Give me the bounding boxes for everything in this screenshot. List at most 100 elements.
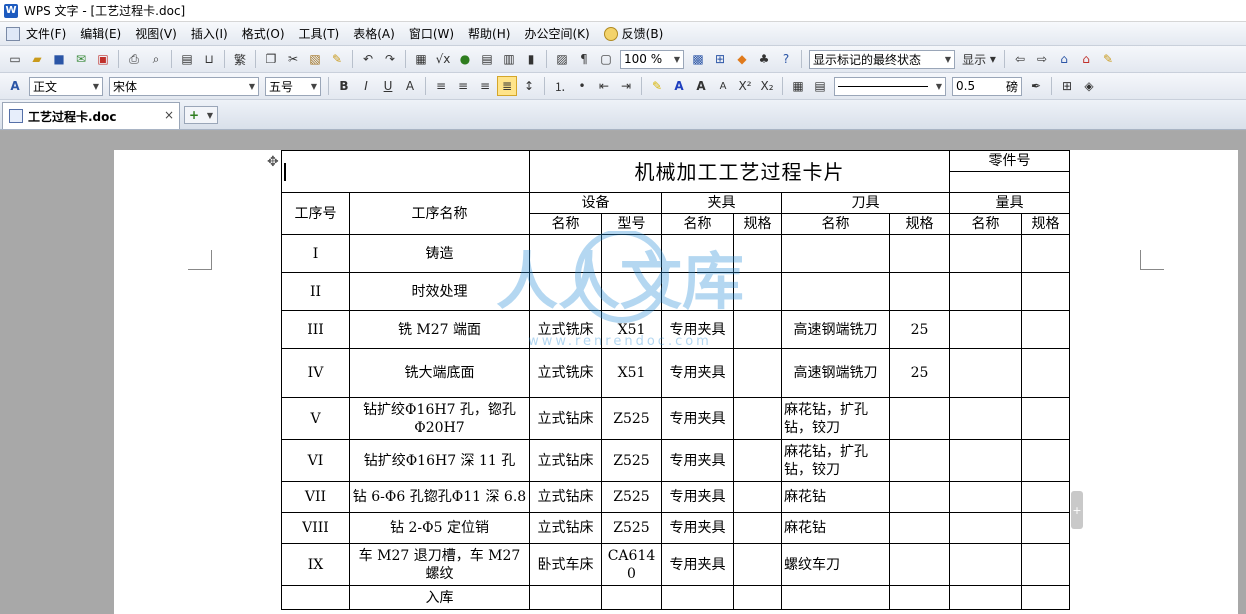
bullets-icon[interactable]: •: [572, 76, 592, 96]
border-color-icon[interactable]: ✒: [1026, 76, 1046, 96]
prev-change-icon[interactable]: ⇦: [1010, 49, 1030, 69]
name-cell[interactable]: 铣 M27 端面: [349, 310, 530, 349]
align-right-icon[interactable]: ≡: [475, 76, 495, 96]
fx-spec-cell[interactable]: [733, 272, 782, 311]
traditional-chinese-icon[interactable]: 繁: [230, 49, 250, 69]
draw-table-icon[interactable]: ▦: [788, 76, 808, 96]
line-style-select[interactable]: ▼: [834, 76, 946, 96]
gauge-name-cell[interactable]: [949, 272, 1022, 311]
seq-cell[interactable]: III: [281, 310, 350, 349]
menu-view[interactable]: 视图(V): [135, 25, 177, 42]
line-width-select[interactable]: 0.5 磅: [952, 76, 1022, 96]
seq-cell[interactable]: [281, 585, 350, 610]
gauge-name-cell[interactable]: [949, 439, 1022, 482]
gauge-spec-cell[interactable]: [1021, 272, 1070, 311]
fx-name-cell[interactable]: 专用夹具: [661, 310, 734, 349]
tool-name-cell[interactable]: 麻花钻: [781, 512, 890, 544]
gauge-spec-cell[interactable]: [1021, 397, 1070, 440]
eq-model-cell[interactable]: [601, 272, 662, 311]
chart-icon[interactable]: ▮: [521, 49, 541, 69]
name-cell[interactable]: 时效处理: [349, 272, 530, 311]
styles-icon[interactable]: A: [5, 76, 25, 96]
zoom-page-icon[interactable]: ▢: [596, 49, 616, 69]
page-setup-icon[interactable]: ▤: [177, 49, 197, 69]
eq-model-cell[interactable]: CA6140: [601, 543, 662, 586]
tool-name-cell[interactable]: 麻花钻，扩孔钻，铰刀: [781, 439, 890, 482]
print-preview-icon[interactable]: ⌕: [146, 49, 166, 69]
fx-spec-cell[interactable]: [733, 543, 782, 586]
eq-name-cell[interactable]: [529, 234, 602, 273]
menu-insert[interactable]: 插入(I): [191, 25, 228, 42]
subscript-icon[interactable]: X₂: [757, 76, 777, 96]
gauge-name-cell[interactable]: [949, 585, 1022, 610]
process-card-table[interactable]: 机械加工工艺过程卡片 零件号 工序号 工序名称 设备 夹具 刀具 量具 名称 型…: [281, 150, 1070, 610]
numbering-icon[interactable]: ⒈: [550, 76, 570, 96]
format-painter-icon[interactable]: ✎: [327, 49, 347, 69]
seq-cell[interactable]: VIII: [281, 512, 350, 544]
cut-icon[interactable]: ✂: [283, 49, 303, 69]
eq-name-cell[interactable]: 立式钻床: [529, 439, 602, 482]
fx-name-cell[interactable]: 专用夹具: [661, 397, 734, 440]
tool-spec-cell[interactable]: 25: [889, 348, 950, 398]
gauge-spec-cell[interactable]: [1021, 439, 1070, 482]
fx-spec-cell[interactable]: [733, 348, 782, 398]
style-select[interactable]: 正文 ▼: [29, 76, 103, 96]
tool-spec-cell[interactable]: [889, 439, 950, 482]
zoom-select[interactable]: 100 % ▼: [620, 49, 684, 69]
shrink-font-icon[interactable]: A: [713, 76, 733, 96]
eq-name-cell[interactable]: 立式铣床: [529, 310, 602, 349]
web-icon[interactable]: ●: [455, 49, 475, 69]
tool-name-cell[interactable]: [781, 234, 890, 273]
eq-model-cell[interactable]: X51: [601, 310, 662, 349]
eq-model-cell[interactable]: X51: [601, 348, 662, 398]
font-select[interactable]: 宋体 ▼: [109, 76, 259, 96]
fx-name-cell[interactable]: 专用夹具: [661, 543, 734, 586]
superscript-icon[interactable]: X²: [735, 76, 755, 96]
fx-name-cell[interactable]: 专用夹具: [661, 512, 734, 544]
table-move-handle-icon[interactable]: ✥: [267, 154, 279, 170]
help-icon[interactable]: ?: [776, 49, 796, 69]
tab-document[interactable]: 工艺过程卡.doc ×: [2, 102, 180, 129]
menu-window[interactable]: 窗口(W): [409, 25, 454, 42]
fx-name-cell[interactable]: [661, 234, 734, 273]
fx-spec-cell[interactable]: [733, 234, 782, 273]
gauge-name-cell[interactable]: [949, 234, 1022, 273]
eq-name-cell[interactable]: 立式钻床: [529, 481, 602, 513]
send-mail-icon[interactable]: ✉: [71, 49, 91, 69]
fx-spec-cell[interactable]: [733, 397, 782, 440]
name-cell[interactable]: 车 M27 退刀槽，车 M27 螺纹: [349, 543, 530, 586]
eq-name-cell[interactable]: 卧式车床: [529, 543, 602, 586]
italic-icon[interactable]: I: [356, 76, 376, 96]
insert-table-icon[interactable]: ▦: [411, 49, 431, 69]
menu-help[interactable]: 帮助(H): [468, 25, 510, 42]
gauge-name-cell[interactable]: [949, 348, 1022, 398]
close-icon[interactable]: ×: [164, 108, 174, 122]
fx-spec-cell[interactable]: [733, 310, 782, 349]
borders-icon[interactable]: ⊞: [1057, 76, 1077, 96]
font-color-a-icon[interactable]: A: [400, 76, 420, 96]
fx-spec-cell[interactable]: [733, 439, 782, 482]
comment-icon[interactable]: ✎: [1098, 49, 1118, 69]
save-icon[interactable]: ■: [49, 49, 69, 69]
gauge-name-cell[interactable]: [949, 481, 1022, 513]
tool-spec-cell[interactable]: [889, 512, 950, 544]
align-center-icon[interactable]: ≡: [453, 76, 473, 96]
menu-file[interactable]: 文件(F): [26, 25, 66, 42]
eq-name-cell[interactable]: 立式钻床: [529, 397, 602, 440]
menu-tools[interactable]: 工具(T): [299, 25, 340, 42]
seq-cell[interactable]: IV: [281, 348, 350, 398]
menu-format[interactable]: 格式(O): [242, 25, 285, 42]
name-cell[interactable]: 入库: [349, 585, 530, 610]
shading-icon[interactable]: ◈: [1079, 76, 1099, 96]
columns-icon[interactable]: ▥: [499, 49, 519, 69]
seq-cell[interactable]: I: [281, 234, 350, 273]
tool-name-cell[interactable]: 螺纹车刀: [781, 543, 890, 586]
eq-model-cell[interactable]: Z525: [601, 481, 662, 513]
redo-icon[interactable]: ↷: [380, 49, 400, 69]
tool-spec-cell[interactable]: [889, 272, 950, 311]
gauge-name-cell[interactable]: [949, 512, 1022, 544]
name-cell[interactable]: 钻扩绞Φ16H7 孔，锪孔Φ20H7: [349, 397, 530, 440]
tool-name-cell[interactable]: 高速钢端铣刀: [781, 310, 890, 349]
next-change-icon[interactable]: ⇨: [1032, 49, 1052, 69]
name-cell[interactable]: 钻扩绞Φ16H7 深 11 孔: [349, 439, 530, 482]
